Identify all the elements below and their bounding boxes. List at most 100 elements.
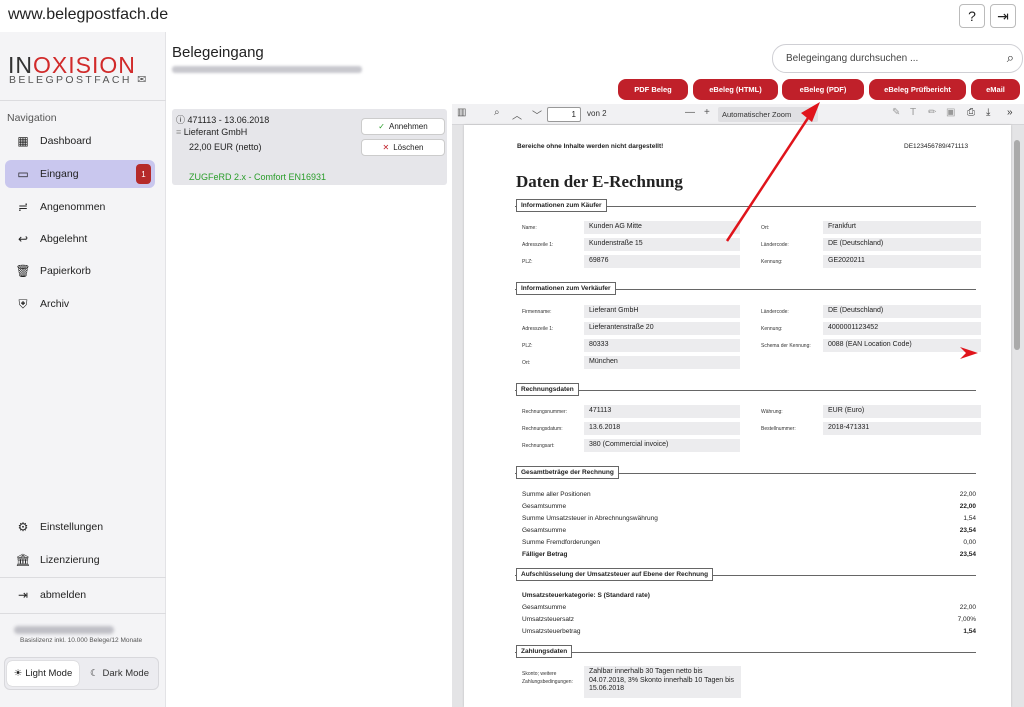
divider [0, 100, 166, 101]
total-row-label: Summe Fremdforderungen [522, 539, 601, 546]
section-heading-vat: Aufschlüsselung der Umsatzsteuer auf Ebe… [516, 568, 714, 581]
print-icon[interactable]: ⎙ [967, 107, 975, 118]
sidebar-item-einstellungen[interactable]: ⚙ Einstellungen [5, 513, 155, 541]
check-icon: ✓ [378, 122, 385, 131]
zoom-select[interactable]: Automatischer Zoom [718, 107, 818, 122]
field-value: 2018-471331 [823, 422, 981, 435]
search-input[interactable]: Belegeingang durchsuchen ... ⌕ [772, 44, 1023, 73]
text-icon[interactable]: T [910, 107, 916, 118]
more-tools-icon[interactable]: » [1007, 107, 1013, 118]
document-format: ZUGFeRD 2.x - Comfort EN16931 [189, 172, 327, 182]
chevron-down-icon[interactable]: ﹀ [532, 107, 542, 122]
total-row-label: Gesamtsumme [522, 503, 567, 510]
pdf-notice: Bereiche ohne Inhalte werden nicht darge… [517, 143, 664, 150]
field-label: Ort: [522, 360, 531, 366]
field-value: Kundenstraße 15 [584, 238, 740, 251]
nav-heading: Navigation [7, 112, 57, 124]
highlight-icon[interactable]: ✎ [892, 107, 900, 118]
delete-button[interactable]: ✕ Löschen [361, 139, 445, 156]
sidebar-item-lizenzierung[interactable]: 🏛 Lizenzierung [5, 546, 155, 574]
field-value: Lieferant GmbH [584, 305, 740, 318]
field-value: GE2020211 [823, 255, 981, 268]
sidebar-item-abgelehnt[interactable]: ↩ Abgelehnt [5, 225, 155, 253]
sidebar-item-angenommen[interactable]: ≓ Angenommen [5, 193, 155, 221]
envelope-icon: ✉ [137, 74, 147, 86]
vat-row-value: 22,00 [959, 604, 976, 611]
exit-icon: ⇥ [997, 7, 1009, 24]
page-number-input[interactable]: 1 [547, 107, 581, 122]
accept-button[interactable]: ✓ Annehmen [361, 118, 445, 135]
vat-row-label: Umsatzsteuerbetrag [522, 628, 581, 635]
gear-icon: ⚙ [17, 520, 29, 534]
field-value: Lieferantenstraße 20 [584, 322, 740, 335]
document-id-text: 471113 - 13.06.2018 [187, 115, 270, 125]
light-mode-button[interactable]: ☀ Light Mode [7, 661, 79, 686]
image-icon[interactable]: ▣ [946, 107, 955, 118]
field-value: Zahlbar innerhalb 30 Tagen netto bis 04.… [584, 666, 741, 698]
field-label: Adresszeile 1: [522, 326, 554, 332]
logo-subtitle: BELEGPOSTFACH ✉ [9, 73, 146, 86]
logo-subtitle-text: BELEGPOSTFACH [9, 74, 132, 86]
accept-label: Annehmen [389, 122, 428, 131]
exit-button[interactable]: ⇥ [990, 4, 1016, 28]
field-value: 0088 (EAN Location Code) [823, 339, 981, 352]
field-value: EUR (Euro) [823, 405, 981, 418]
total-row-label: Summe Umsatzsteuer in Abrechnungswährung [522, 515, 658, 522]
ebeleg-html-button[interactable]: eBeleg (HTML) [693, 79, 778, 100]
sidebar-item-label: Papierkorb [40, 265, 91, 277]
pdf-beleg-button[interactable]: PDF Beleg [618, 79, 688, 100]
sidebar-toggle-icon[interactable]: ▥ [457, 107, 466, 118]
accepted-icon: ≓ [17, 200, 29, 214]
field-label: Ländercode: [761, 309, 789, 315]
total-row-value: 22,00 [959, 503, 976, 510]
search-placeholder: Belegeingang durchsuchen ... [786, 53, 919, 64]
shield-icon: ⛨ [18, 296, 28, 311]
sidebar-item-label: Eingang [40, 168, 79, 180]
sidebar-item-eingang[interactable]: ▭ Eingang 1 [5, 160, 155, 188]
ebeleg-pruefbericht-button[interactable]: eBeleg Prüfbericht [869, 79, 966, 100]
total-row-value: 0,00 [963, 539, 976, 546]
field-label: Währung: [761, 409, 783, 415]
field-label: Ort: [761, 225, 770, 231]
logout-button[interactable]: ⇥ abmelden [5, 581, 155, 609]
divider [0, 577, 166, 578]
field-label: Rechnungsart: [522, 443, 555, 449]
zoom-out-icon[interactable]: — [685, 107, 695, 118]
count-badge: 1 [136, 164, 151, 184]
vat-row-label: Gesamtsumme [522, 604, 567, 611]
field-label: Schema der Kennung: [761, 343, 811, 349]
total-row-label: Gesamtsumme [522, 527, 567, 534]
field-label: Name: [522, 225, 537, 231]
document-id-date: ⓘ 471113 - 13.06.2018 [176, 113, 269, 126]
field-value: 13.6.2018 [584, 422, 740, 435]
sidebar-item-papierkorb[interactable]: 🗑 Papierkorb [5, 257, 155, 285]
sidebar-item-archiv[interactable]: ⛨ Archiv [5, 290, 155, 318]
delete-label: Löschen [393, 143, 424, 152]
sidebar-item-dashboard[interactable]: ▦ Dashboard [5, 127, 155, 155]
dark-mode-button[interactable]: ☾ Dark Mode [82, 661, 157, 686]
search-icon[interactable]: ⌕ [494, 107, 500, 118]
field-value: 69876 [584, 255, 740, 268]
dark-mode-label: Dark Mode [102, 668, 149, 679]
field-label: Kennung: [761, 326, 783, 332]
scrollbar[interactable] [1014, 140, 1020, 350]
ebeleg-pdf-button[interactable]: eBeleg (PDF) [782, 79, 864, 100]
field-value: Frankfurt [823, 221, 981, 234]
zoom-in-icon[interactable]: + [704, 107, 710, 118]
email-button[interactable]: eMail [971, 79, 1020, 100]
chevron-up-icon[interactable]: ︿ [512, 107, 522, 122]
sidebar-item-label: Dashboard [40, 135, 92, 147]
info-icon: ⓘ [176, 115, 186, 125]
user-name-blurred [14, 626, 114, 634]
sidebar-item-label: Angenommen [40, 201, 106, 213]
total-row-value: 23,54 [959, 551, 976, 558]
document-sender: ≡ Lieferant GmbH [176, 127, 247, 137]
draw-icon[interactable]: ✏ [928, 107, 936, 118]
field-value: DE (Deutschland) [823, 305, 981, 318]
section-rule [515, 652, 976, 653]
save-icon[interactable]: ⤓ [986, 107, 990, 118]
help-button[interactable]: ? [959, 4, 985, 28]
light-mode-label: Light Mode [25, 668, 73, 679]
section-heading-seller: Informationen zum Verkäufer [516, 282, 616, 295]
field-label: Firmenname: [522, 309, 552, 315]
